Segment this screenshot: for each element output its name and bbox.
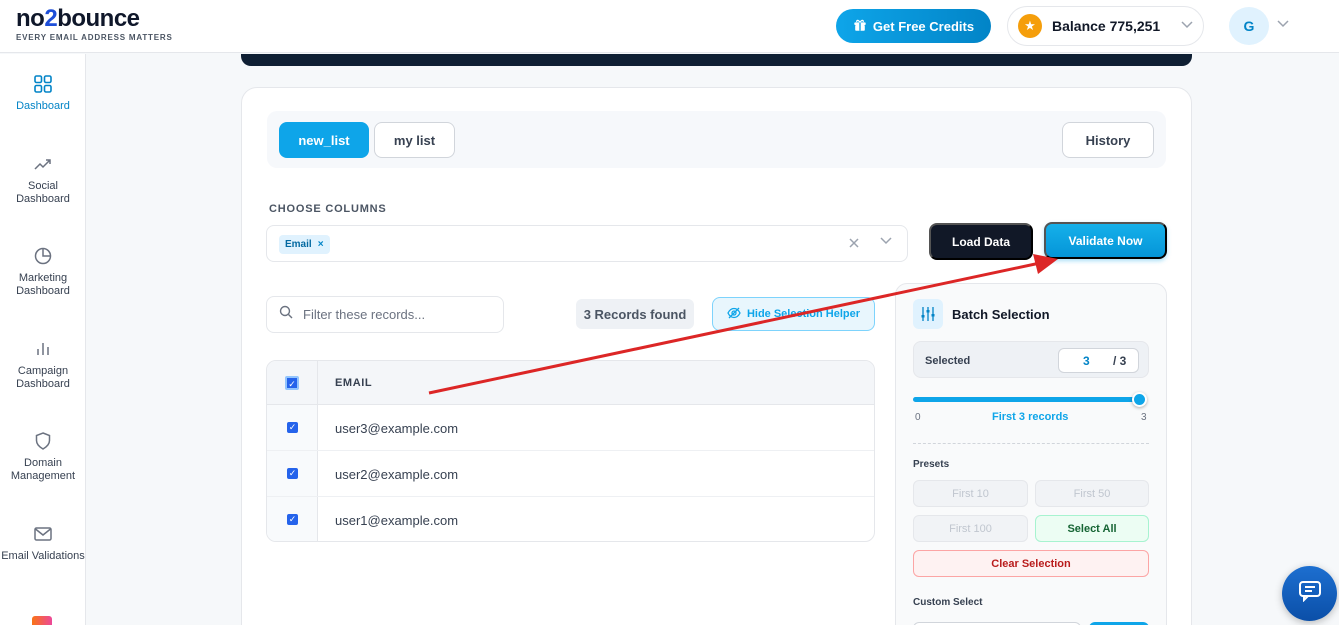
star-icon: ★: [1018, 14, 1042, 38]
shield-icon: [33, 431, 53, 451]
sidebar-item-social-dashboard[interactable]: Social Dashboard: [0, 154, 86, 206]
mail-icon: [33, 524, 53, 544]
row-email: user1@example.com: [335, 513, 459, 528]
sidebar-item-domain-management[interactable]: Domain Management: [0, 431, 86, 483]
trend-icon: [33, 154, 53, 174]
sidebar: Dashboard Social Dashboard Marketing Das…: [0, 54, 86, 625]
sidebar-item-label: Dashboard: [16, 100, 70, 112]
selected-label: Selected: [925, 355, 971, 367]
custom-select-label: Custom Select: [913, 597, 983, 608]
presets-label: Presets: [913, 459, 950, 470]
sidebar-item-marketing-dashboard[interactable]: Marketing Dashboard: [0, 246, 86, 298]
choose-columns-label: CHOOSE COLUMNS: [269, 203, 387, 215]
table-row[interactable]: ✓ user2@example.com: [267, 451, 874, 497]
row-email: user3@example.com: [335, 421, 459, 436]
filter-records-field[interactable]: [266, 296, 504, 333]
hide-selection-helper-label: Hide Selection Helper: [746, 308, 861, 320]
chevron-down-icon[interactable]: [1277, 19, 1289, 31]
top-bar: no2bounce EVERY EMAIL ADDRESS MATTERS Ge…: [0, 0, 1339, 53]
chat-icon: [1298, 580, 1322, 607]
table-row[interactable]: ✓ user1@example.com: [267, 497, 874, 541]
clear-selection-button[interactable]: Clear Selection: [913, 550, 1149, 577]
row-checkbox[interactable]: ✓: [287, 514, 298, 525]
sidebar-item-label: Campaign Dashboard: [16, 365, 70, 390]
row-check-cell: ✓: [267, 451, 318, 496]
selected-total-value: / 3: [1113, 354, 1127, 368]
selected-count-input[interactable]: 3 / 3: [1058, 348, 1139, 373]
history-button[interactable]: History: [1062, 122, 1154, 158]
row-check-cell: ✓: [267, 405, 318, 450]
tab-new-list[interactable]: new_list: [279, 122, 369, 158]
eye-off-icon: [727, 307, 741, 322]
clear-icon[interactable]: [849, 235, 859, 251]
selected-count-box: Selected 3 / 3: [913, 341, 1149, 378]
hero-banner: [241, 54, 1192, 66]
chip-label: Email: [285, 239, 312, 250]
select-all-button[interactable]: Select All: [1035, 515, 1149, 542]
columns-select[interactable]: Email ×: [266, 225, 908, 262]
row-checkbox[interactable]: ✓: [287, 422, 298, 433]
email-column-header: EMAIL: [335, 377, 373, 389]
select-all-checkbox[interactable]: ✓: [285, 376, 299, 390]
preset-first-10-button[interactable]: First 10: [913, 480, 1028, 507]
pie-icon: [33, 246, 53, 266]
hide-selection-helper-button[interactable]: Hide Selection Helper: [712, 297, 875, 331]
preset-first-100-button[interactable]: First 100: [913, 515, 1028, 542]
table-row[interactable]: ✓ user3@example.com: [267, 405, 874, 451]
sidebar-item-label: Social Dashboard: [16, 180, 70, 205]
user-avatar[interactable]: G: [1229, 7, 1269, 45]
sidebar-item-label: Domain Management: [10, 457, 76, 482]
row-checkbox[interactable]: ✓: [287, 468, 298, 479]
sidebar-item-label: Marketing Dashboard: [16, 272, 70, 297]
chevron-down-icon[interactable]: [880, 236, 892, 248]
chevron-down-icon: [1181, 20, 1193, 32]
remove-chip-icon[interactable]: ×: [318, 239, 324, 250]
get-free-credits-button[interactable]: Get Free Credits: [836, 9, 991, 43]
slider-caption: First 3 records: [992, 411, 1069, 423]
sliders-icon: [913, 299, 943, 329]
sidebar-item-label: Email Validations: [1, 550, 85, 562]
slider-min-label: 0: [915, 412, 921, 423]
slider-max-label: 3: [1141, 412, 1147, 423]
validate-now-button[interactable]: Validate Now: [1044, 222, 1167, 259]
gift-icon: [853, 18, 867, 35]
row-email: user2@example.com: [335, 467, 459, 482]
selected-count-value: 3: [1083, 354, 1090, 368]
table-header: ✓ EMAIL: [267, 361, 874, 405]
balance-dropdown[interactable]: ★ Balance 775,251: [1007, 6, 1204, 46]
row-check-cell: ✓: [267, 497, 318, 541]
bars-icon: [33, 339, 53, 359]
records-found-badge: 3 Records found: [576, 299, 694, 329]
brand-logo[interactable]: no2bounce EVERY EMAIL ADDRESS MATTERS: [16, 5, 173, 43]
sidebar-item-dashboard[interactable]: Dashboard: [0, 74, 86, 113]
load-data-button[interactable]: Load Data: [929, 223, 1033, 260]
balance-label: Balance 775,251: [1052, 18, 1161, 34]
sidebar-item-email-validations[interactable]: Email Validations: [0, 524, 86, 563]
chat-support-button[interactable]: [1282, 566, 1337, 621]
app-logo-icon[interactable]: [32, 616, 52, 625]
brand-tagline: EVERY EMAIL ADDRESS MATTERS: [16, 33, 173, 42]
grid-icon: [33, 74, 53, 94]
divider: [913, 443, 1149, 444]
selection-slider-handle[interactable]: [1132, 392, 1147, 407]
preset-first-50-button[interactable]: First 50: [1035, 480, 1149, 507]
column-chip-email: Email ×: [279, 235, 330, 254]
search-icon: [279, 305, 293, 324]
tab-my-list[interactable]: my list: [374, 122, 455, 158]
records-table: ✓ EMAIL ✓ user3@example.com ✓ user2@exam…: [266, 360, 875, 542]
get-free-credits-label: Get Free Credits: [872, 18, 975, 34]
selection-slider-fill: [913, 397, 1140, 402]
sidebar-item-campaign-dashboard[interactable]: Campaign Dashboard: [0, 339, 86, 391]
selection-slider-track[interactable]: [913, 397, 1140, 402]
header-check-cell: ✓: [267, 361, 318, 404]
batch-selection-title: Batch Selection: [952, 307, 1050, 322]
filter-records-input[interactable]: [303, 307, 483, 322]
brand-name: no2bounce: [16, 5, 140, 32]
